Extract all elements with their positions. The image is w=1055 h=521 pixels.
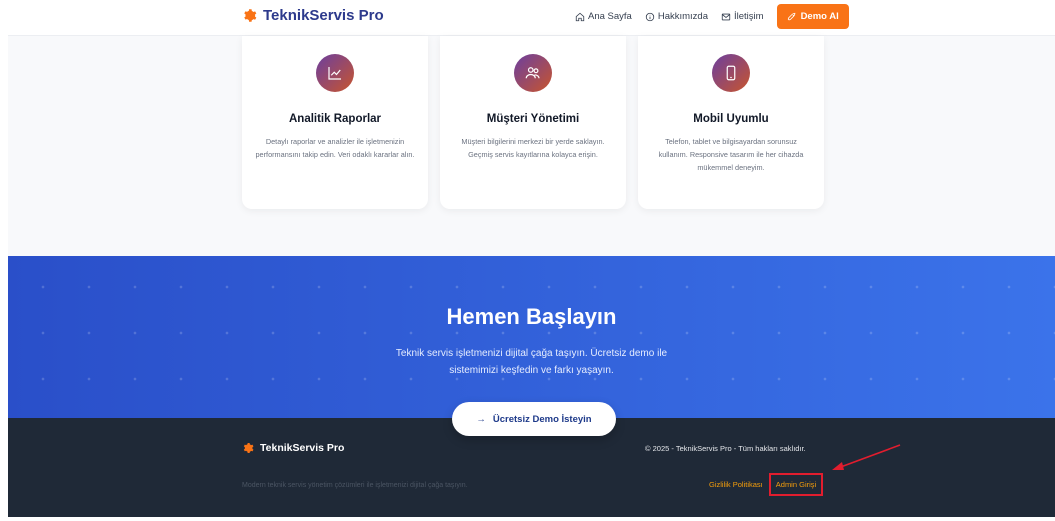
footer-tagline: Modern teknik servis yönetim çözümleri i…	[242, 482, 468, 489]
privacy-policy-link[interactable]: Gizlilik Politikası	[709, 480, 763, 489]
cta-section: Hemen Başlayın Teknik servis işletmenizi…	[8, 256, 1055, 418]
bottom-edge	[8, 517, 1055, 521]
nav-contact-label: İletişim	[734, 11, 764, 22]
footer-links: Gizlilik Politikası Admin Girişi	[709, 473, 824, 496]
demo-button[interactable]: Demo Al	[776, 4, 849, 29]
feature-title: Müşteri Yönetimi	[486, 113, 580, 125]
cta-desc-line: sistemimizi keşfedin ve farkı yaşayın.	[449, 365, 614, 376]
feature-desc: Detaylı raporlar ve analizler ile işletm…	[255, 137, 415, 159]
arrow-right-icon: →	[476, 413, 486, 425]
navbar: TeknikServis Pro Ana Sayfa Hakkımızda İl…	[8, 0, 1055, 36]
mobile-icon	[726, 65, 736, 81]
feature-card-customers: Müşteri Yönetimi Müşteri bilgilerini mer…	[440, 36, 626, 209]
free-demo-button[interactable]: → Ücretsiz Demo İsteyin	[452, 402, 616, 436]
brand-name: TeknikServis Pro	[263, 7, 384, 24]
demo-button-label: Demo Al	[800, 11, 839, 22]
cta-title: Hemen Başlayın	[446, 304, 617, 329]
feature-desc: Telefon, tablet ve bilgisayardan sorunsu…	[658, 137, 804, 172]
left-edge	[0, 0, 8, 521]
nav-about-label: Hakkımızda	[657, 11, 708, 22]
free-demo-button-label: Ücretsiz Demo İsteyin	[492, 413, 592, 425]
brand-logo[interactable]: TeknikServis Pro	[242, 7, 384, 24]
nav-home[interactable]: Ana Sayfa	[575, 5, 632, 29]
feature-title: Mobil Uyumlu	[693, 113, 769, 125]
cta-desc-line: Teknik servis işletmenizi dijital çağa t…	[395, 348, 668, 359]
annotation-arrow-icon	[832, 444, 901, 470]
feature-title: Analitik Raporlar	[288, 113, 382, 125]
gear-icon	[243, 443, 254, 453]
users-icon	[525, 67, 540, 79]
feature-icon-badge	[514, 54, 552, 92]
feature-desc: Müşteri bilgilerini merkezi bir yerde sa…	[461, 137, 605, 159]
feature-icon-badge	[316, 54, 354, 92]
mail-icon	[721, 13, 731, 20]
feature-card-mobile: Mobil Uyumlu Telefon, tablet ve bilgisay…	[638, 36, 824, 209]
feature-cards: Analitik Raporlar Detaylı raporlar ve an…	[242, 36, 824, 209]
gear-icon	[244, 9, 257, 22]
rocket-icon	[787, 12, 795, 20]
cta-description: Teknik servis işletmenizi dijital çağa t…	[8, 345, 1055, 379]
feature-card-analytics: Analitik Raporlar Detaylı raporlar ve an…	[242, 36, 428, 209]
info-icon	[645, 12, 655, 21]
footer-copyright: © 2025 - TeknikServis Pro - Tüm hakları …	[645, 444, 806, 453]
footer-brand[interactable]: TeknikServis Pro	[242, 442, 344, 454]
nav-contact[interactable]: İletişim	[721, 5, 764, 29]
admin-login-link[interactable]: Admin Girişi	[768, 473, 824, 496]
page: TeknikServis Pro Ana Sayfa Hakkımızda İl…	[8, 0, 1055, 521]
feature-icon-badge	[712, 54, 750, 92]
chart-line-icon	[328, 67, 341, 80]
footer-brand-name: TeknikServis Pro	[260, 442, 345, 454]
nav-home-label: Ana Sayfa	[588, 11, 632, 22]
home-icon	[575, 12, 585, 21]
nav-about[interactable]: Hakkımızda	[645, 5, 708, 29]
nav-links: Ana Sayfa Hakkımızda İletişim Demo Al	[575, 4, 849, 29]
